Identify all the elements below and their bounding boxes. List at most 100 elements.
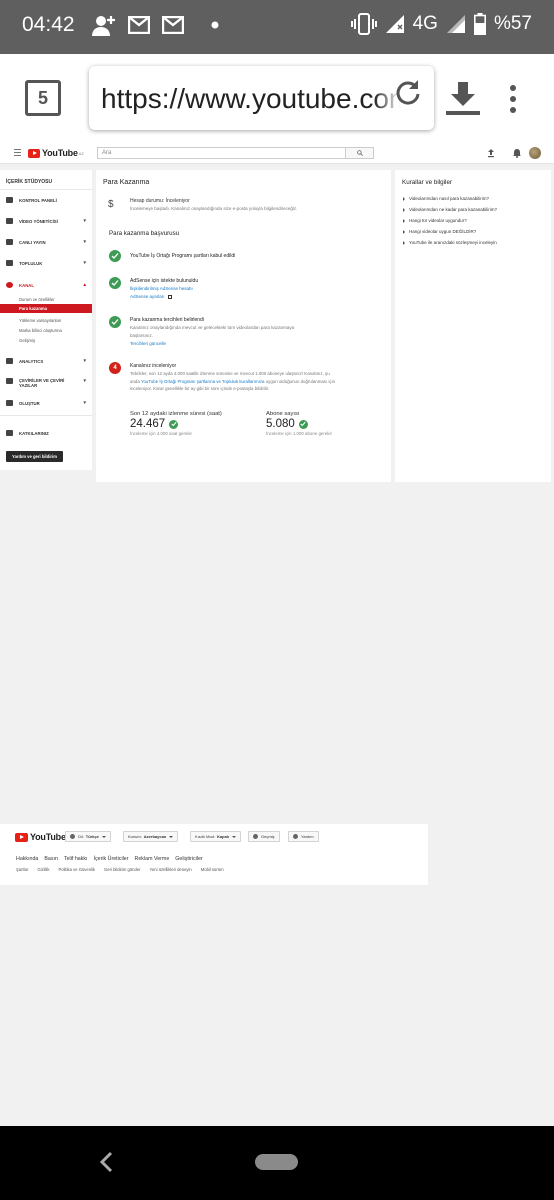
- help-feedback-button[interactable]: Yardım ve geri bildirim: [6, 451, 63, 462]
- more-menu-icon[interactable]: [508, 84, 518, 114]
- chevron-down-icon: ▾: [83, 378, 86, 384]
- history-label: Geçmiş: [261, 834, 275, 839]
- partner-program-terms-link[interactable]: YouTube İş Ortağı Programı şartlarına ve…: [141, 379, 265, 384]
- sidebar-item-analytics[interactable]: ANALYTICS ▾: [6, 358, 88, 364]
- external-link-icon: [167, 294, 172, 299]
- restricted-mode-picker[interactable]: Kısıtlı Mod: Kapalı: [190, 831, 242, 842]
- chevron-down-icon: ▾: [83, 260, 86, 266]
- footer-link[interactable]: İçerik Üreticiler: [94, 856, 129, 862]
- url-text[interactable]: https://www.youtube.com/: [101, 83, 420, 115]
- android-navigation-bar: [0, 1126, 554, 1200]
- menu-icon[interactable]: [14, 149, 21, 156]
- chevron-down-icon: ▾: [83, 358, 86, 364]
- gmail-icon: [128, 16, 150, 34]
- sidebar-item-label: TOPLULUK: [19, 260, 43, 266]
- metric-label: Abone sayısı: [266, 411, 300, 417]
- search-button[interactable]: [346, 147, 374, 159]
- back-icon[interactable]: [99, 1151, 115, 1173]
- expand-arrow-icon: [403, 240, 405, 245]
- bell-icon[interactable]: [512, 148, 522, 158]
- browser-toolbar: 5 https://www.youtube.com/: [0, 54, 554, 142]
- youtube-play-icon: [15, 832, 28, 842]
- location-picker[interactable]: Konum: Azerbaycan: [123, 831, 179, 842]
- sidebar-item-channel[interactable]: KANAL ▴: [6, 282, 88, 288]
- sidebar-subitem-monetization[interactable]: Para kazanma: [0, 304, 92, 313]
- network-type: 4G: [412, 13, 438, 34]
- update-preferences-link[interactable]: Tercihleri güncelle: [130, 341, 166, 346]
- search-icon: [357, 150, 363, 156]
- divider: [0, 189, 92, 190]
- footer-logo[interactable]: YouTube: [15, 832, 66, 842]
- sidebar-item-translations[interactable]: ÇEVİRİLER VE ÇEVİRİ YAZILAR ▾: [6, 378, 88, 388]
- check-icon: [109, 250, 121, 262]
- rules-item[interactable]: YouTube ile aranızdaki sözleşmeyi incele…: [403, 240, 497, 245]
- live-icon: [6, 239, 13, 245]
- step-title: YouTube İş Ortağı Programı şartları kabu…: [130, 253, 236, 259]
- rules-info-card: Kurallar ve bilgiler Videolarımdan nasıl…: [395, 170, 551, 482]
- rules-item[interactable]: Hangi tür videolar uygundur?: [403, 218, 467, 223]
- sidebar-subitem-branding[interactable]: Marka bilinci oluşturma: [19, 328, 62, 333]
- footer-link[interactable]: Geliştiriciler: [175, 856, 202, 862]
- restricted-label: Kısıtlı Mod:: [195, 834, 216, 839]
- sidebar-subitem-upload-defaults[interactable]: Yükleme varsayılanları: [19, 318, 61, 323]
- check-icon: [109, 277, 121, 289]
- search-input[interactable]: Ara: [97, 147, 346, 159]
- region-code: AZ: [78, 150, 84, 156]
- adsense-settings-link[interactable]: AdSense ayarları: [130, 294, 172, 299]
- translate-icon: [6, 378, 13, 384]
- chevron-up-icon: ▴: [83, 282, 86, 288]
- rules-item[interactable]: Videolarımdan ne kadar para kazanabiliri…: [403, 207, 497, 212]
- sidebar-subitem-status[interactable]: Durum ve özellikler: [19, 297, 55, 302]
- step-title: Kanalınız inceleniyor: [130, 363, 177, 369]
- notification-icons: [92, 14, 220, 36]
- watch-time-metric: Son 12 aydaki izlenme süresi (saat) 24.4…: [130, 411, 250, 437]
- location-label: Konum:: [128, 834, 142, 839]
- subscriber-value: 5.080: [266, 418, 295, 430]
- rules-item[interactable]: Videolarımdan nasıl para kazanabilirim?: [403, 196, 489, 201]
- restricted-value: Kapalı: [217, 834, 230, 839]
- creator-studio-sidebar: İÇERİK STÜDYOSU KONTROL PANELİ VİDEO YÖN…: [0, 170, 92, 470]
- upload-icon[interactable]: [486, 148, 496, 158]
- rules-item[interactable]: Hangi videolar uygun DEĞİLDİR?: [403, 229, 476, 234]
- sidebar-item-live[interactable]: CANLI YAYIN ▾: [6, 239, 88, 245]
- battery-icon: [473, 13, 486, 35]
- sidebar-item-label: KANAL: [19, 282, 35, 288]
- footer-link[interactable]: Gizlilik: [37, 867, 49, 872]
- sidebar-subitem-advanced[interactable]: Gelişmiş: [19, 338, 35, 343]
- help-button[interactable]: Yardım: [288, 831, 319, 842]
- sidebar-item-label: CANLI YAYIN: [19, 239, 46, 245]
- help-icon: [293, 834, 298, 839]
- tab-switcher-button[interactable]: 5: [25, 80, 61, 116]
- reload-icon[interactable]: [394, 78, 422, 106]
- rules-item-label: YouTube ile aranızdaki sözleşmeyi incele…: [409, 240, 497, 245]
- sidebar-item-contributions[interactable]: KATKILARINIZ: [6, 430, 88, 436]
- language-picker[interactable]: Dil: Türkçe: [65, 831, 111, 842]
- url-bar[interactable]: https://www.youtube.com/: [89, 66, 434, 130]
- footer-link[interactable]: Yeni özellikleri deneyin: [150, 867, 192, 872]
- footer-link[interactable]: Şartlar: [16, 867, 28, 872]
- history-button[interactable]: Geçmiş: [248, 831, 280, 842]
- status-time: 04:42: [22, 13, 75, 36]
- location-value: Azerbaycan: [143, 834, 167, 839]
- footer-link[interactable]: Basın: [44, 856, 58, 862]
- footer-link[interactable]: Politika ve Güvenlik: [58, 867, 95, 872]
- home-pill-button[interactable]: [255, 1154, 298, 1170]
- footer-link[interactable]: Hakkında: [16, 856, 38, 862]
- sidebar-item-dashboard[interactable]: KONTROL PANELİ: [6, 197, 88, 203]
- footer-link[interactable]: Telif hakkı: [64, 856, 88, 862]
- avatar[interactable]: [529, 147, 541, 159]
- monetization-card: Para Kazanma $ Hesap durumu: İnceleniyor…: [96, 170, 391, 482]
- hourglass-icon: [253, 834, 258, 839]
- footer-link[interactable]: Geri bildirim gönder: [104, 867, 141, 872]
- download-icon[interactable]: [446, 80, 480, 116]
- adsense-settings-label: AdSense ayarları: [130, 294, 165, 299]
- check-icon: [109, 316, 121, 328]
- sidebar-item-create[interactable]: OLUŞTUR ▾: [6, 400, 88, 406]
- linked-adsense-link[interactable]: İlişkilendirilmiş AdSense hesabı: [130, 286, 193, 291]
- gmail-icon: [162, 16, 184, 34]
- youtube-logo[interactable]: YouTube AZ: [28, 148, 84, 158]
- footer-link[interactable]: Reklam Verme: [135, 856, 170, 862]
- footer-link[interactable]: Mobil sürüm: [201, 867, 224, 872]
- sidebar-item-video-manager[interactable]: VİDEO YÖNETİCİSİ ▾: [6, 218, 88, 224]
- sidebar-item-community[interactable]: TOPLULUK ▾: [6, 260, 88, 266]
